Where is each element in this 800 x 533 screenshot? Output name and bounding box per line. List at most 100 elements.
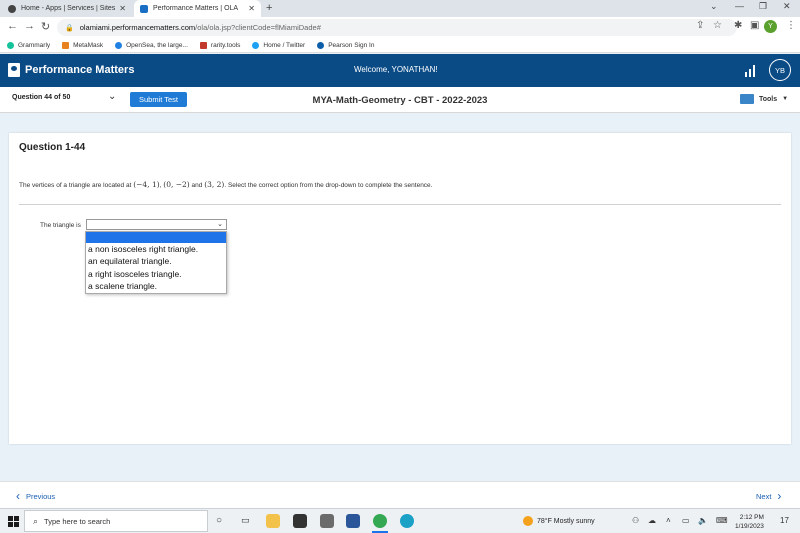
vertex-2: (0, −2): [163, 180, 190, 189]
word-icon[interactable]: [346, 514, 360, 528]
back-arrow-icon[interactable]: ←: [7, 20, 18, 32]
test-toolbar: Question 44 of 50 ⌄ Submit Test MYA-Math…: [0, 87, 800, 113]
network-icon[interactable]: ▭: [682, 516, 690, 525]
pearson-icon: [317, 41, 325, 49]
url-host: olamiami.performancematters.com: [79, 23, 196, 32]
extensions-puzzle-icon[interactable]: ✱: [734, 20, 742, 31]
question-text: The vertices of a triangle are located a…: [19, 180, 432, 189]
bookmark-grammarly[interactable]: Grammarly: [7, 41, 51, 49]
grammarly-icon: [7, 41, 14, 49]
language-icon[interactable]: ⌨: [716, 516, 728, 525]
restore-icon[interactable]: ❐: [759, 1, 767, 12]
dropdown-option[interactable]: a right isosceles triangle.: [86, 268, 226, 280]
clock-date: 1/19/2023: [735, 523, 764, 530]
close-window-icon[interactable]: ✕: [783, 1, 791, 12]
bookmark-label: MetaMask: [73, 41, 104, 49]
bar-chart-icon[interactable]: [745, 65, 757, 77]
bookmark-star-icon[interactable]: ☆: [713, 20, 722, 31]
google-sites-icon: [8, 4, 16, 13]
app-logo[interactable]: Performance Matters: [8, 63, 134, 77]
dropdown-option[interactable]: a scalene triangle.: [86, 280, 226, 292]
opensea-icon: [115, 41, 123, 49]
task-view-icon[interactable]: ▭: [241, 515, 250, 526]
dropdown-option[interactable]: an equilateral triangle.: [86, 255, 226, 267]
file-explorer-icon[interactable]: [266, 514, 280, 528]
app-header: Performance Matters Welcome, YONATHAN! Y…: [0, 54, 800, 87]
bookmark-opensea[interactable]: OpenSea, the large...: [115, 41, 188, 49]
bookmark-pearson[interactable]: Pearson Sign In: [317, 41, 374, 49]
taskbar-search-box[interactable]: ⌕ Type here to search: [24, 510, 208, 532]
next-button[interactable]: Next ›: [756, 489, 787, 503]
next-label: Next: [756, 491, 772, 501]
previous-button[interactable]: ‹ Previous: [10, 489, 55, 503]
close-tab-icon[interactable]: ✕: [248, 4, 255, 13]
separator: and: [189, 182, 205, 189]
browser-tab-performance-matters[interactable]: Performance Matters | OLA ✕: [134, 0, 261, 17]
cloud-icon[interactable]: ☁: [648, 516, 656, 525]
app-icon[interactable]: [320, 514, 334, 528]
weather-widget[interactable]: 78°F Mostly sunny: [523, 516, 595, 526]
search-icon: ⌕: [33, 515, 39, 526]
metamask-fox-icon: [62, 41, 70, 49]
brand-name: Performance Matters: [25, 64, 135, 76]
clock-time: 2:12 PM: [739, 514, 764, 521]
bookmark-label: Grammarly: [18, 41, 51, 49]
chevron-left-icon: ‹: [16, 489, 20, 503]
browser-menu-icon[interactable]: ⋮: [786, 20, 796, 31]
bookmark-label: rarity.tools: [210, 41, 241, 49]
cortana-circle-icon[interactable]: ○: [216, 515, 222, 526]
vertex-3: (3, 2): [204, 180, 225, 189]
close-tab-icon[interactable]: ✕: [119, 4, 126, 13]
volume-icon[interactable]: 🔈: [698, 516, 708, 525]
search-placeholder: Type here to search: [44, 516, 111, 526]
side-panel-icon[interactable]: ▣: [750, 20, 759, 31]
bookmark-label: OpenSea, the large...: [126, 41, 188, 49]
performance-matters-logo-icon: [8, 63, 20, 77]
chevron-right-icon: ›: [777, 489, 782, 503]
people-icon[interactable]: ⚇: [632, 516, 639, 525]
twitter-bird-icon: [252, 41, 260, 49]
browser-tab-home[interactable]: Home - Apps | Services | Sites ✕: [2, 0, 132, 17]
chrome-icon[interactable]: [373, 514, 387, 528]
welcome-message: Welcome, YONATHAN!: [354, 65, 438, 74]
answer-dropdown[interactable]: ⌄: [86, 219, 227, 230]
forward-arrow-icon[interactable]: →: [24, 20, 35, 32]
user-avatar[interactable]: YB: [769, 59, 791, 81]
new-tab-button[interactable]: +: [266, 2, 272, 14]
address-bar-row: ← → ↻ 🔒 olamiami.performancematters.com …: [0, 17, 800, 38]
divider: [19, 204, 781, 205]
url-field[interactable]: 🔒 olamiami.performancematters.com /ola/o…: [57, 19, 737, 36]
dropdown-options-list: a non isosceles right triangle. an equil…: [85, 231, 227, 294]
profile-avatar[interactable]: Y: [764, 20, 777, 33]
dropdown-option-blank[interactable]: [86, 232, 226, 243]
toolbox-icon: [740, 94, 754, 104]
dropdown-option[interactable]: a non isosceles right triangle.: [86, 243, 226, 255]
chevron-down-icon: ⌄: [217, 221, 223, 228]
answer-prompt: The triangle is: [40, 222, 81, 229]
bookmark-metamask[interactable]: MetaMask: [62, 41, 104, 49]
bookmark-twitter[interactable]: Home / Twitter: [252, 41, 306, 49]
weather-text: 78°F Mostly sunny: [537, 517, 595, 525]
tools-label: Tools: [759, 95, 778, 103]
tab-search-icon[interactable]: ⌄: [710, 1, 718, 12]
tools-menu[interactable]: Tools ▼: [740, 94, 788, 104]
bookmark-rarity-tools[interactable]: rarity.tools: [199, 41, 241, 49]
question-text-prefix: The vertices of a triangle are located a…: [19, 182, 134, 189]
share-icon[interactable]: ⇪: [696, 20, 704, 31]
previous-label: Previous: [26, 491, 56, 501]
test-title: MYA-Math-Geometry - CBT - 2022-2023: [312, 95, 488, 106]
minimize-icon[interactable]: —: [735, 1, 744, 11]
edge-icon[interactable]: [400, 514, 414, 528]
question-text-suffix: . Select the correct option from the dro…: [224, 182, 433, 189]
sun-icon: [523, 516, 533, 526]
windows-taskbar: ⌕ Type here to search ○ ▭ 78°F Mostly su…: [0, 508, 800, 533]
system-clock[interactable]: 2:12 PM 1/19/2023: [735, 513, 764, 531]
rarity-tools-icon: [199, 41, 207, 49]
windows-start-icon[interactable]: [8, 516, 19, 527]
calculator-icon[interactable]: [293, 514, 307, 528]
notification-count[interactable]: 17: [780, 516, 789, 525]
bookmark-label: Home / Twitter: [263, 41, 306, 49]
lock-icon[interactable]: 🔒: [65, 24, 74, 32]
reload-icon[interactable]: ↻: [41, 20, 50, 33]
chevron-up-icon[interactable]: ˄: [666, 516, 671, 525]
